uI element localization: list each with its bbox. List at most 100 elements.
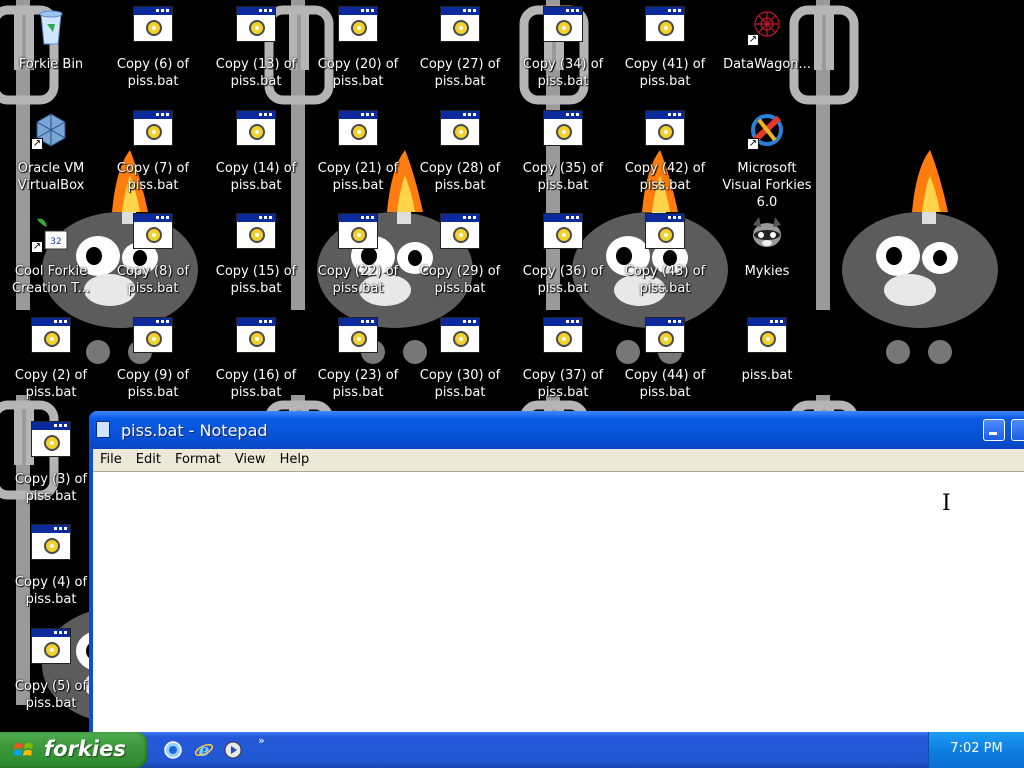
desktop-icon-label: Copy (22) of piss.bat: [317, 264, 399, 296]
desktop-icon-label: Copy (35) of piss.bat: [522, 161, 604, 193]
media-player-icon[interactable]: [223, 740, 243, 760]
desktop-icon-copy-42-of-piss-bat[interactable]: Copy (42) of piss.bat: [615, 108, 715, 208]
bat-file-icon: [338, 110, 378, 150]
bat-file-icon: [236, 213, 276, 253]
desktop-icon-copy-2-of-piss-bat[interactable]: Copy (2) of piss.bat: [1, 315, 101, 415]
desktop-icon-piss-bat[interactable]: piss.bat: [717, 315, 817, 415]
desktop-icon-label: Copy (29) of piss.bat: [419, 264, 501, 296]
taskbar: forkies e » 7:02 PM: [0, 732, 1024, 768]
bat-file-icon: [236, 6, 276, 46]
desktop-icon-copy-23-of-piss-bat[interactable]: Copy (23) of piss.bat: [308, 315, 408, 415]
bat-file-icon: [31, 421, 71, 461]
desktop-icon-copy-41-of-piss-bat[interactable]: Copy (41) of piss.bat: [615, 4, 715, 104]
notepad-text-area[interactable]: [93, 471, 1024, 736]
desktop-icon-label: Copy (42) of piss.bat: [624, 161, 706, 193]
bat-file-icon: [31, 524, 71, 564]
desktop-icon-copy-5-of-piss-bat[interactable]: Copy (5) of piss.bat: [1, 626, 101, 726]
maximize-button[interactable]: [1011, 419, 1024, 441]
desktop-icon-label: Copy (21) of piss.bat: [317, 161, 399, 193]
desktop-icon-label: Copy (36) of piss.bat: [522, 264, 604, 296]
bat-file-icon: [31, 317, 71, 357]
desktop-icon-copy-13-of-piss-bat[interactable]: Copy (13) of piss.bat: [206, 4, 306, 104]
desktop-icon-copy-35-of-piss-bat[interactable]: Copy (35) of piss.bat: [513, 108, 613, 208]
desktop-icon-copy-36-of-piss-bat[interactable]: Copy (36) of piss.bat: [513, 211, 613, 311]
desktop-icon-label: piss.bat: [741, 368, 793, 383]
start-button[interactable]: forkies: [0, 732, 148, 768]
desktop-icon-datawagon[interactable]: ↗ DataWagon...: [717, 4, 817, 104]
quick-launch-overflow[interactable]: »: [258, 734, 265, 747]
desktop-icon-label: Copy (27) of piss.bat: [419, 57, 501, 89]
desktop-icon-copy-8-of-piss-bat[interactable]: Copy (8) of piss.bat: [103, 211, 203, 311]
bat-file-icon: [645, 110, 685, 150]
desktop-icon-copy-44-of-piss-bat[interactable]: Copy (44) of piss.bat: [615, 315, 715, 415]
bat-file-icon: [31, 628, 71, 668]
desktop-icon-label: Copy (8) of piss.bat: [116, 264, 190, 296]
desktop-icon-copy-3-of-piss-bat[interactable]: Copy (3) of piss.bat: [1, 419, 101, 519]
clock[interactable]: 7:02 PM: [929, 741, 1024, 756]
desktop-icon-forkie-bin[interactable]: Forkie Bin: [1, 4, 101, 104]
desktop-icon-label: Copy (3) of piss.bat: [14, 472, 88, 504]
desktop-icon-label: Copy (14) of piss.bat: [215, 161, 297, 193]
desktop-icon-label: Copy (9) of piss.bat: [116, 368, 190, 400]
bat-file-icon: [543, 6, 583, 46]
desktop-icon-label: Copy (34) of piss.bat: [522, 57, 604, 89]
bat-file-icon: [338, 317, 378, 357]
text-cursor-icon: I: [942, 491, 951, 516]
desktop-icon-copy-20-of-piss-bat[interactable]: Copy (20) of piss.bat: [308, 4, 408, 104]
desktop-icon-microsoft-visual-forkies-6-0[interactable]: ↗ Microsoft Visual Forkies 6.0: [717, 108, 817, 210]
visual-forkies-icon: ↗: [747, 110, 787, 150]
desktop-icon-copy-21-of-piss-bat[interactable]: Copy (21) of piss.bat: [308, 108, 408, 208]
notepad-titlebar[interactable]: piss.bat - Notepad: [89, 411, 1024, 449]
bat-file-icon: [440, 110, 480, 150]
bat-file-icon: [338, 213, 378, 253]
raccoon-icon: [747, 213, 787, 253]
desktop-icon-copy-43-of-piss-bat[interactable]: Copy (43) of piss.bat: [615, 211, 715, 311]
desktop-icon-label: Copy (43) of piss.bat: [624, 264, 706, 296]
bat-file-icon: [440, 213, 480, 253]
desktop-icon-copy-6-of-piss-bat[interactable]: Copy (6) of piss.bat: [103, 4, 203, 104]
bat-file-icon: [133, 6, 173, 46]
desktop-icon-copy-4-of-piss-bat[interactable]: Copy (4) of piss.bat: [1, 522, 101, 622]
system-tray: 7:02 PM: [928, 732, 1024, 768]
desktop-icon-copy-37-of-piss-bat[interactable]: Copy (37) of piss.bat: [513, 315, 613, 415]
desktop-icon-copy-28-of-piss-bat[interactable]: Copy (28) of piss.bat: [410, 108, 510, 208]
svg-text:e: e: [199, 741, 210, 760]
menu-help[interactable]: Help: [273, 449, 317, 471]
svg-text:32: 32: [50, 237, 61, 247]
virtualbox-icon: ↗: [31, 110, 71, 150]
desktop-icon-label: Copy (20) of piss.bat: [317, 57, 399, 89]
minimize-button[interactable]: [983, 419, 1005, 441]
desktop-icon-copy-34-of-piss-bat[interactable]: Copy (34) of piss.bat: [513, 4, 613, 104]
desktop-icon-copy-7-of-piss-bat[interactable]: Copy (7) of piss.bat: [103, 108, 203, 208]
desktop-icon-label: DataWagon...: [723, 57, 811, 72]
bat-file-icon: [133, 110, 173, 150]
desktop-icon-mykies[interactable]: Mykies: [717, 211, 817, 311]
bat-file-icon: [133, 213, 173, 253]
desktop-icon-label: Copy (5) of piss.bat: [14, 679, 88, 711]
desktop-icon-copy-22-of-piss-bat[interactable]: Copy (22) of piss.bat: [308, 211, 408, 311]
notepad-window[interactable]: piss.bat - Notepad File Edit Format View…: [89, 411, 1024, 736]
desktop-icon-copy-30-of-piss-bat[interactable]: Copy (30) of piss.bat: [410, 315, 510, 415]
desktop-icon-label: Forkie Bin: [18, 57, 84, 72]
desktop-icon-oracle-vm-virtualbox[interactable]: ↗ Oracle VM VirtualBox: [1, 108, 101, 208]
internet-explorer-icon[interactable]: e: [194, 740, 214, 760]
menu-edit[interactable]: Edit: [129, 449, 168, 471]
desktop-icon-copy-16-of-piss-bat[interactable]: Copy (16) of piss.bat: [206, 315, 306, 415]
desktop-icon-cool-forkie-creation-t[interactable]: 32 ↗ Cool Forkie Creation T...: [1, 211, 101, 311]
desktop-icon-copy-27-of-piss-bat[interactable]: Copy (27) of piss.bat: [410, 4, 510, 104]
start-label: forkies: [44, 737, 126, 761]
menu-file[interactable]: File: [93, 449, 129, 471]
desktop-icon-label: Copy (2) of piss.bat: [14, 368, 88, 400]
menu-view[interactable]: View: [228, 449, 273, 471]
desktop-icon-copy-15-of-piss-bat[interactable]: Copy (15) of piss.bat: [206, 211, 306, 311]
desktop-icon-copy-14-of-piss-bat[interactable]: Copy (14) of piss.bat: [206, 108, 306, 208]
bat-file-icon: [645, 6, 685, 46]
bat-file-icon: [645, 213, 685, 253]
menu-format[interactable]: Format: [168, 449, 228, 471]
desktop-icon-copy-29-of-piss-bat[interactable]: Copy (29) of piss.bat: [410, 211, 510, 311]
desktop-icon-label: Copy (13) of piss.bat: [215, 57, 297, 89]
desktop-icon-copy-9-of-piss-bat[interactable]: Copy (9) of piss.bat: [103, 315, 203, 415]
desktop-icon-label: Copy (41) of piss.bat: [624, 57, 706, 89]
bat-file-icon: [543, 213, 583, 253]
browser-icon[interactable]: [163, 740, 183, 760]
